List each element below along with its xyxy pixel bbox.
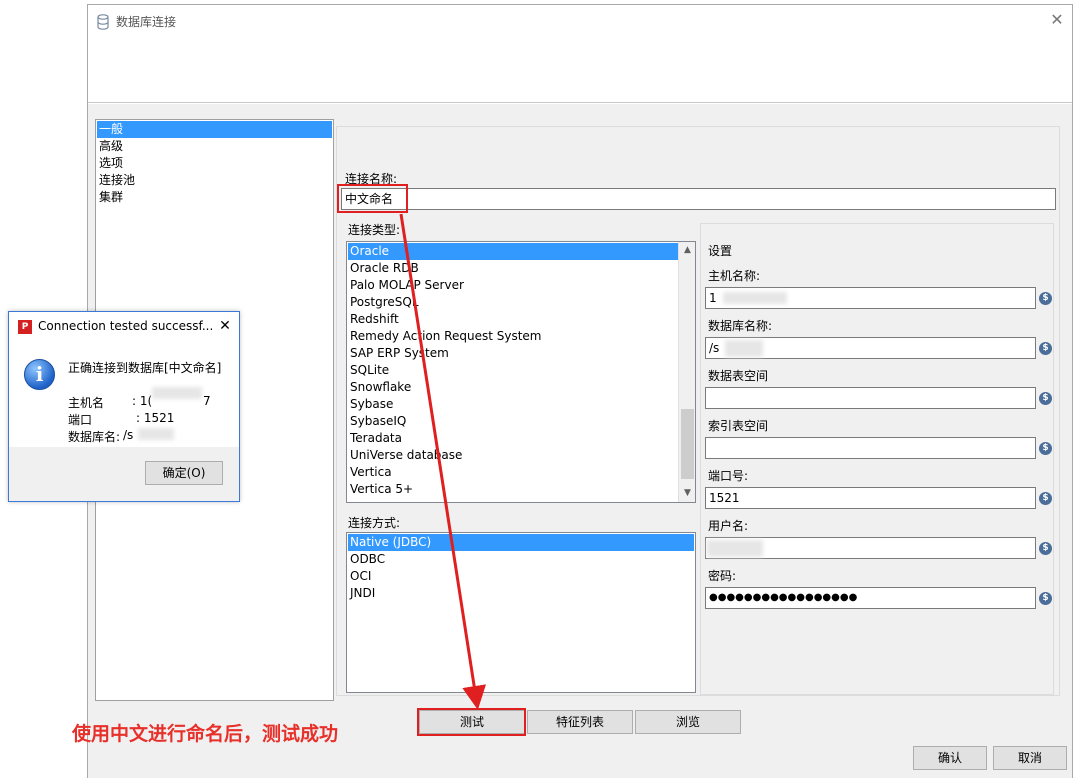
pentaho-app-icon: P xyxy=(18,320,32,334)
tablespace-label: 数据表空间 xyxy=(708,369,769,383)
list-item[interactable]: ODBC xyxy=(348,551,385,568)
connection-type-list[interactable]: Oracle Oracle RDB Palo MOLAP Server Post… xyxy=(346,241,696,503)
list-item[interactable]: Teradata xyxy=(348,430,402,447)
popup-message: 正确连接到数据库[中文命名] xyxy=(68,361,222,375)
popup-host-label: 主机名 xyxy=(68,396,105,410)
highlight-connection-name xyxy=(337,184,408,213)
variable-dollar-icon[interactable]: $ xyxy=(1039,392,1052,405)
nav-item-advanced[interactable]: 高级 xyxy=(97,138,332,155)
settings-group: 设置 主机名称: 1 $ 数据库名称: /s $ 数据表空间 $ 索引表空间 $… xyxy=(700,223,1054,695)
password-input[interactable]: ●●●●●●●●●●●●●●●●● xyxy=(705,587,1036,609)
list-item[interactable]: Vertica xyxy=(348,464,392,481)
nav-item-general[interactable]: 一般 xyxy=(97,121,332,138)
list-item[interactable]: Oracle RDB xyxy=(348,260,419,277)
list-item[interactable]: Redshift xyxy=(348,311,399,328)
feature-list-button[interactable]: 特征列表 xyxy=(527,710,633,734)
database-icon xyxy=(97,14,109,30)
popup-title: Connection tested successf... xyxy=(38,319,214,333)
port-input[interactable]: 1521 xyxy=(705,487,1036,509)
popup-ok-button[interactable]: 确定(O) xyxy=(145,461,223,485)
popup-port-value: : 1521 xyxy=(136,411,175,425)
dbname-label: 数据库名称: xyxy=(708,319,773,333)
list-item[interactable]: OCI xyxy=(348,568,371,585)
tablespace-input[interactable] xyxy=(705,387,1036,409)
list-item[interactable]: Remedy Action Request System xyxy=(348,328,542,345)
cancel-button[interactable]: 取消 xyxy=(993,746,1067,770)
port-label: 端口号: xyxy=(708,469,749,483)
scroll-thumb[interactable] xyxy=(681,409,694,479)
nav-item-cluster[interactable]: 集群 xyxy=(97,189,332,206)
connection-success-popup: P Connection tested successf... ✕ i 正确连接… xyxy=(8,311,240,502)
settings-group-label: 设置 xyxy=(708,244,733,258)
access-method-label: 连接方式: xyxy=(348,516,401,530)
indexspace-input[interactable] xyxy=(705,437,1036,459)
password-label: 密码: xyxy=(708,569,737,583)
redacted-area xyxy=(723,292,787,304)
popup-host-suffix: 7 xyxy=(203,394,211,408)
list-item[interactable]: SQLite xyxy=(348,362,389,379)
popup-title-bar: P Connection tested successf... ✕ xyxy=(9,312,239,342)
list-item[interactable]: PostgreSQL xyxy=(348,294,419,311)
variable-dollar-icon[interactable]: $ xyxy=(1039,442,1052,455)
variable-dollar-icon[interactable]: $ xyxy=(1039,542,1052,555)
list-item[interactable]: SybaseIQ xyxy=(348,413,406,430)
redacted-area xyxy=(138,428,174,440)
connection-name-input[interactable]: 中文命名 xyxy=(341,188,1056,210)
indexspace-label: 索引表空间 xyxy=(708,419,769,433)
popup-host-value: : 1( xyxy=(132,394,153,408)
close-icon[interactable]: ✕ xyxy=(215,316,235,336)
variable-dollar-icon[interactable]: $ xyxy=(1039,292,1052,305)
annotation-caption: 使用中文进行命名后，测试成功 xyxy=(72,723,339,745)
list-item[interactable]: UniVerse database xyxy=(348,447,462,464)
scroll-down-icon[interactable]: ▼ xyxy=(679,485,695,502)
close-icon[interactable]: ✕ xyxy=(1046,9,1068,31)
nav-item-options[interactable]: 选项 xyxy=(97,155,332,172)
browse-button[interactable]: 浏览 xyxy=(635,710,741,734)
list-item[interactable]: SAP ERP System xyxy=(348,345,449,362)
ok-button[interactable]: 确认 xyxy=(913,746,987,770)
highlight-test-button xyxy=(417,708,526,736)
connection-type-label: 连接类型: xyxy=(348,223,401,237)
nav-item-pooling[interactable]: 连接池 xyxy=(97,172,332,189)
dialog-title: 数据库连接 xyxy=(116,15,177,29)
variable-dollar-icon[interactable]: $ xyxy=(1039,492,1052,505)
access-method-list[interactable]: Native (JDBC) ODBC OCI JNDI xyxy=(346,532,696,693)
list-item[interactable]: Vertica 5+ xyxy=(348,481,413,498)
variable-dollar-icon[interactable]: $ xyxy=(1039,592,1052,605)
list-item[interactable]: Oracle xyxy=(348,243,678,260)
list-item[interactable]: Native (JDBC) xyxy=(348,534,694,551)
popup-footer: 确定(O) xyxy=(9,447,239,501)
host-label: 主机名称: xyxy=(708,269,761,283)
username-label: 用户名: xyxy=(708,519,749,533)
popup-db-value: /s xyxy=(123,428,134,442)
popup-db-label: 数据库名: xyxy=(68,430,121,444)
list-item[interactable]: Palo MOLAP Server xyxy=(348,277,464,294)
general-panel: 连接名称: 中文命名 连接类型: Oracle Oracle RDB Palo … xyxy=(336,126,1060,696)
list-item[interactable]: Sybase xyxy=(348,396,393,413)
list-item[interactable]: Snowflake xyxy=(348,379,411,396)
variable-dollar-icon[interactable]: $ xyxy=(1039,342,1052,355)
popup-port-label: 端口 xyxy=(68,413,93,427)
list-item[interactable]: JNDI xyxy=(348,585,375,602)
redacted-area xyxy=(707,540,763,557)
title-bar: 数据库连接 ✕ xyxy=(88,5,1072,103)
scroll-up-icon[interactable]: ▲ xyxy=(679,242,695,259)
info-icon: i xyxy=(24,359,55,390)
vertical-scrollbar[interactable]: ▲ ▼ xyxy=(678,242,695,502)
redacted-area xyxy=(725,340,763,357)
redacted-area xyxy=(152,387,202,399)
